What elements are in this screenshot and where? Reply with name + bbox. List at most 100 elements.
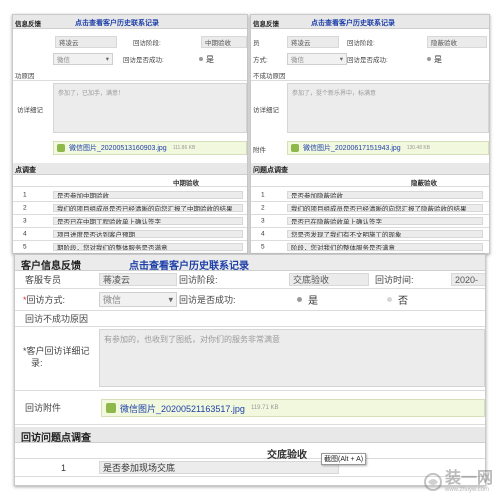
survey-question: 是否已在中期工程验收单上确认签字 [53, 217, 243, 225]
survey-row: 4 您是否发现了我们有不文明施工的现象 [251, 228, 489, 241]
staff-row: 客服专员 蒋凌云 回访阶段: 交底验收 回访时间: 2020- [15, 271, 485, 289]
method-value: 微信 [103, 295, 122, 305]
survey-col-header: 交底验收 [15, 443, 485, 461]
section-header: 信息反馈 点击查看客户历史联系记录 [13, 15, 247, 29]
survey-row-number: 4 [23, 230, 27, 238]
success-yes-label: 是 [206, 54, 214, 64]
attachment-file[interactable]: 微信图片_20200513160903.jpg 111.86 KB [53, 141, 247, 155]
success-no-radio[interactable]: 否 [387, 289, 408, 310]
success-label: 回访是否成功: [179, 295, 236, 305]
method-row: * 回访方式: 微信 ▾ 回访是否成功: 是 否 [15, 289, 485, 311]
survey-row: 1 是否参加中期验收 [13, 189, 247, 202]
survey-row: 5 期阶段，您对我们的整体服务是否满意 [13, 241, 247, 253]
survey-row-number: 4 [261, 230, 265, 238]
stage-value: 交底验收 [289, 273, 369, 286]
tooltip-text: 截图(Alt + A) [324, 456, 364, 463]
radio-selected-icon [199, 57, 203, 61]
survey-col-header: 隐蔽验收 [251, 175, 489, 187]
image-file-icon [57, 144, 65, 152]
history-link[interactable]: 点击查看客户历史联系记录 [129, 257, 249, 272]
success-label: 回访是否成功: [123, 57, 164, 64]
method-label: 方式: [253, 57, 268, 64]
detail-label-line2: 录: [31, 358, 43, 368]
detail-textarea[interactable]: 参加了，挺个新乐界中，标满意 [287, 83, 489, 133]
section-header: 客户信息反馈 点击查看客户历史联系记录 [15, 255, 485, 272]
radio-yes-label: 是 [308, 296, 318, 307]
radio-selected-icon [427, 57, 431, 61]
staff-label: 员 [253, 40, 260, 47]
method-select[interactable]: 微信 ▾ [99, 292, 177, 307]
survey-column-title: 隐蔽验收 [411, 180, 437, 187]
staff-value: 蒋凌云 [55, 36, 117, 48]
watermark: 装一网 www.zhuyw.com [423, 471, 493, 493]
stage-label: 回访阶段: [347, 40, 375, 47]
bottom-panel: 客户信息反馈 点击查看客户历史联系记录 客服专员 蒋凌云 回访阶段: 交底验收 … [14, 254, 486, 486]
attachment-size: 111.86 KB [172, 145, 196, 151]
survey-col-header: 中期验收 [13, 175, 247, 187]
radio-unselected-icon [387, 297, 392, 302]
survey-row: 2 我们的项目组成员是否已经清晰的向您汇报了隐蔽验收的结果 [251, 202, 489, 215]
survey-row-number: 3 [23, 217, 27, 225]
detail-row: *客户回访详细记 录: 有参加的，也收到了图纸，对你们的服务非常满意 [15, 327, 485, 391]
attachment-name[interactable]: 微信图片_20200521163517.jpg [120, 402, 245, 415]
stage-label: 回访阶段: [133, 40, 161, 47]
survey-question: 是否参加现场交底 [99, 461, 339, 474]
success-yes-label: 是 [434, 54, 442, 64]
survey-row-number: 1 [61, 462, 67, 473]
attachment-file[interactable]: 微信图片_20200617151943.jpg 130.48 KB [287, 141, 489, 155]
attachment-size: 119.71 KB [250, 405, 279, 411]
detail-textarea[interactable]: 参加了，已加手，满意！ [53, 83, 247, 133]
attachment-name[interactable]: 微信图片_20200513160903.jpg [69, 143, 167, 153]
radio-no-label: 否 [398, 296, 408, 307]
history-link[interactable]: 点击查看客户历史联系记录 [75, 18, 159, 28]
success-yes-radio[interactable]: 是 [297, 289, 318, 310]
method-value: 微信 [291, 57, 304, 64]
survey-row: 5 阶段，您对我们的整体服务是否满意 [251, 241, 489, 253]
success-radio[interactable]: 是 [427, 51, 442, 67]
section-title: 信息反馈 [253, 21, 279, 28]
staff-row: 蒋凌云 回访阶段: 中期验收 [13, 35, 247, 49]
section-header: 信息反馈 点击查看客户历史联系记录 [251, 15, 489, 29]
method-label: * 回访方式: [23, 289, 65, 310]
survey-question: 是否参加中期验收 [53, 191, 243, 199]
survey-question: 我们的项目组成员是否已经清晰的向您汇报了隐蔽验收的结果 [287, 204, 483, 212]
staff-value: 蒋凌云 [99, 273, 177, 286]
section-title: 信息反馈 [15, 21, 41, 28]
staff-value: 蒋凌云 [287, 36, 339, 48]
survey-header: 回访问题点调查 [15, 427, 485, 444]
radio-selected-icon [297, 297, 302, 302]
survey-row-number: 5 [23, 243, 27, 251]
file-label: 回访附件 [25, 403, 62, 413]
fail-reason-label: 回访不成功原因 [25, 314, 89, 324]
detail-placeholder: 有参加的，也收到了图纸，对你们的服务非常满意 [104, 335, 280, 344]
image-file-icon [291, 144, 299, 152]
survey-row-number: 1 [23, 191, 27, 199]
attachment-name[interactable]: 微信图片_20200617151943.jpg [303, 143, 401, 153]
survey-row: 4 项目进度是否达到客户预期 [13, 228, 247, 241]
detail-label: *客户回访详细记 录: [23, 345, 90, 369]
file-label: 附件 [253, 147, 266, 154]
chevron-down-icon: ▾ [339, 56, 343, 63]
method-select[interactable]: 微信 ▾ [53, 53, 113, 65]
attachment-file[interactable]: 微信图片_20200521163517.jpg 119.71 KB [101, 399, 485, 417]
watermark-brand: 装一网 [444, 470, 493, 487]
brand-logo-icon [423, 473, 442, 491]
survey-row: 3 是否已在隐蔽验收单上确认签字 [251, 215, 489, 228]
success-radio[interactable]: 是 [199, 51, 214, 67]
survey-question: 项目进度是否达到客户预期 [53, 230, 243, 238]
method-row: 方式: 微信 ▾ 回访是否成功: 是 [251, 51, 489, 67]
history-link[interactable]: 点击查看客户历史联系记录 [311, 18, 395, 28]
fail-reason-label: 功原因 [15, 72, 35, 80]
survey-row-number: 1 [261, 191, 265, 199]
detail-textarea[interactable]: 有参加的，也收到了图纸，对你们的服务非常满意 [99, 329, 485, 387]
chevron-down-icon: ▾ [168, 294, 173, 304]
method-value: 微信 [57, 57, 70, 64]
stage-value: 隐蔽验收 [427, 36, 487, 48]
time-label: 回访时间: [375, 275, 414, 285]
stage-value: 中期验收 [201, 36, 247, 48]
method-select[interactable]: 微信 ▾ [287, 53, 347, 65]
time-value: 2020- [451, 273, 485, 286]
survey-row: 3 是否已在中期工程验收单上确认签字 [13, 215, 247, 228]
survey-question: 期阶段，您对我们的整体服务是否满意 [53, 243, 243, 251]
fail-reason-row: 回访不成功原因 [15, 311, 485, 327]
